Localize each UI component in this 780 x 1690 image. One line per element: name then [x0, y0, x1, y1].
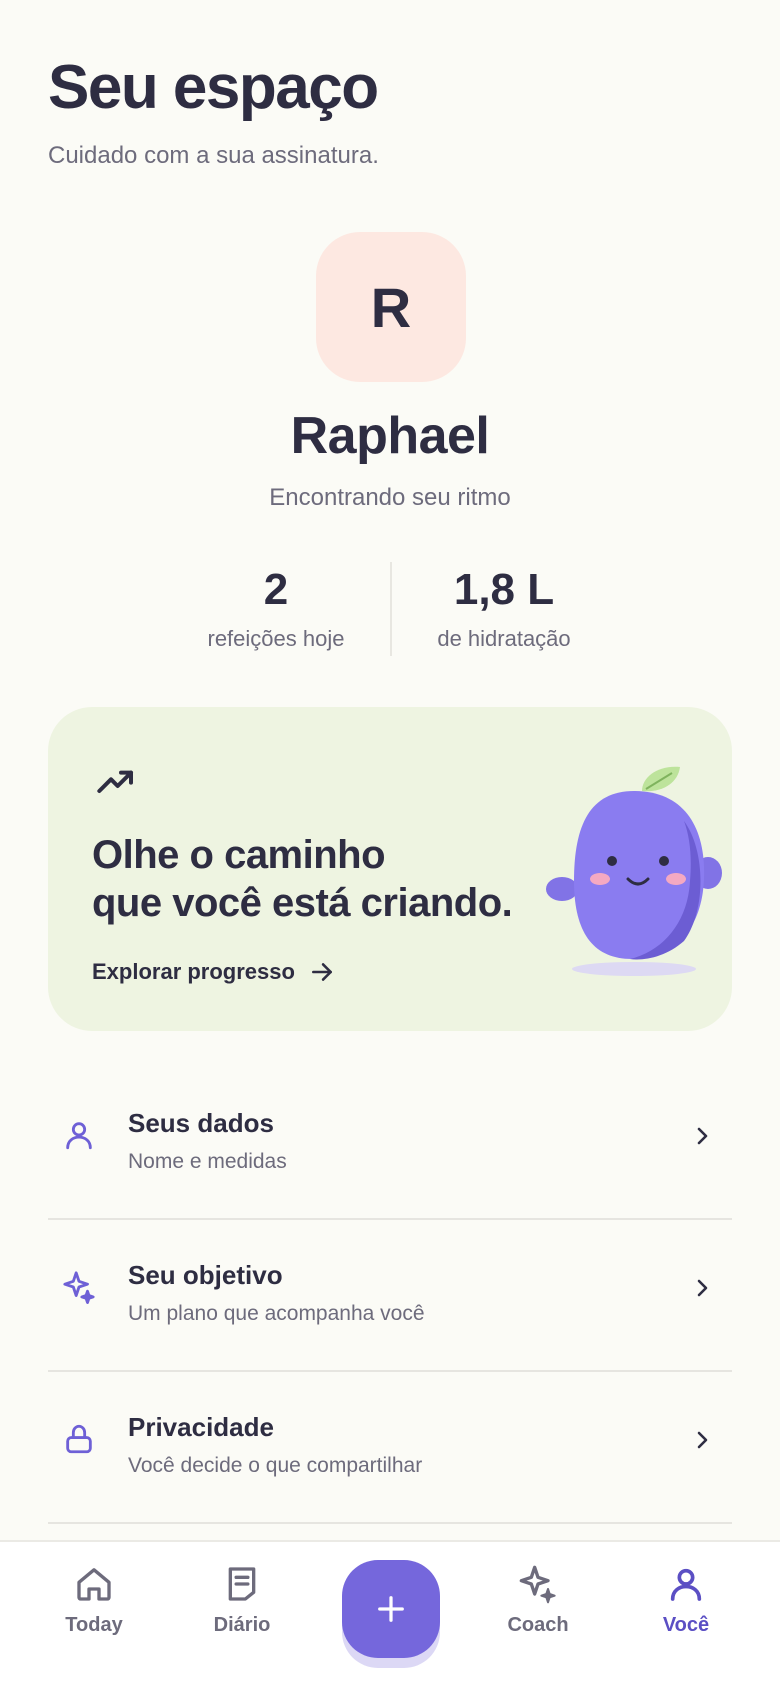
bottom-nav: Today Diário Coach Você	[0, 1540, 780, 1690]
page-title: Seu espaço	[48, 53, 379, 122]
trending-up-icon	[97, 770, 133, 793]
menu-item-subtitle: Um plano que acompanha você	[128, 1302, 425, 1325]
explore-progress-label: Explorar progresso	[92, 959, 295, 984]
nav-item-voce[interactable]: Você	[626, 1564, 746, 1637]
progress-card-title-line2: que você está criando.	[92, 881, 513, 925]
user-name: Raphael	[290, 407, 490, 465]
nav-item-coach[interactable]: Coach	[478, 1564, 598, 1637]
menu-item-subtitle: Nome e medidas	[128, 1150, 287, 1173]
progress-card-title-line1: Olhe o caminho	[92, 833, 386, 877]
avatar[interactable]: R	[316, 232, 466, 382]
nav-label-coach: Coach	[507, 1614, 569, 1636]
user-icon	[670, 1568, 702, 1601]
nav-item-diario[interactable]: Diário	[182, 1564, 302, 1637]
stat-hydration: 1,8 L de hidratação	[394, 562, 614, 652]
nav-item-today[interactable]: Today	[34, 1564, 154, 1637]
chevron-right-icon	[697, 1431, 708, 1449]
arrow-right-icon	[311, 963, 332, 981]
nav-label-today: Today	[65, 1614, 123, 1636]
menu-item-title: Privacidade	[128, 1412, 274, 1442]
stats-divider	[390, 562, 392, 656]
menu-item-title: Seus dados	[128, 1108, 274, 1138]
lock-icon	[66, 1424, 92, 1454]
add-button[interactable]	[342, 1560, 440, 1658]
menu-item-title: Seu objetivo	[128, 1260, 283, 1290]
menu-item-seu-objetivo[interactable]: Seu objetivo Um plano que acompanha você	[48, 1220, 732, 1372]
chevron-right-icon	[697, 1279, 708, 1297]
stat-meals-value: 2	[263, 565, 289, 614]
avatar-initial: R	[370, 275, 412, 339]
explore-progress-link[interactable]: Explorar progresso	[92, 959, 335, 985]
menu-item-subtitle: Você decide o que compartilhar	[128, 1454, 423, 1477]
stat-hydration-value: 1,8 L	[453, 565, 555, 614]
user-status: Encontrando seu ritmo	[269, 484, 511, 511]
user-icon	[66, 1122, 92, 1150]
plum-mascot-illustration	[546, 766, 722, 976]
stat-meals-label: refeições hoje	[207, 626, 345, 651]
nav-label-voce: Você	[662, 1614, 710, 1636]
stat-meals: 2 refeições hoje	[166, 562, 386, 652]
nav-label-diario: Diário	[213, 1614, 271, 1636]
chevron-right-icon	[697, 1127, 708, 1145]
home-icon	[77, 1568, 111, 1601]
progress-card-title: Olhe o caminho que você está criando.	[92, 831, 532, 927]
stat-hydration-label: de hidratação	[437, 626, 571, 651]
sparkle-icon	[63, 1271, 95, 1304]
progress-card[interactable]: Olhe o caminho que você está criando. Ex…	[48, 707, 732, 1031]
page-subtitle: Cuidado com a sua assinatura.	[48, 142, 379, 169]
plus-icon	[378, 1596, 404, 1622]
menu-item-privacidade[interactable]: Privacidade Você decide o que compartilh…	[48, 1372, 732, 1524]
sparkle-icon	[519, 1565, 556, 1604]
menu-item-seus-dados[interactable]: Seus dados Nome e medidas	[48, 1068, 732, 1220]
journal-icon	[228, 1567, 256, 1601]
